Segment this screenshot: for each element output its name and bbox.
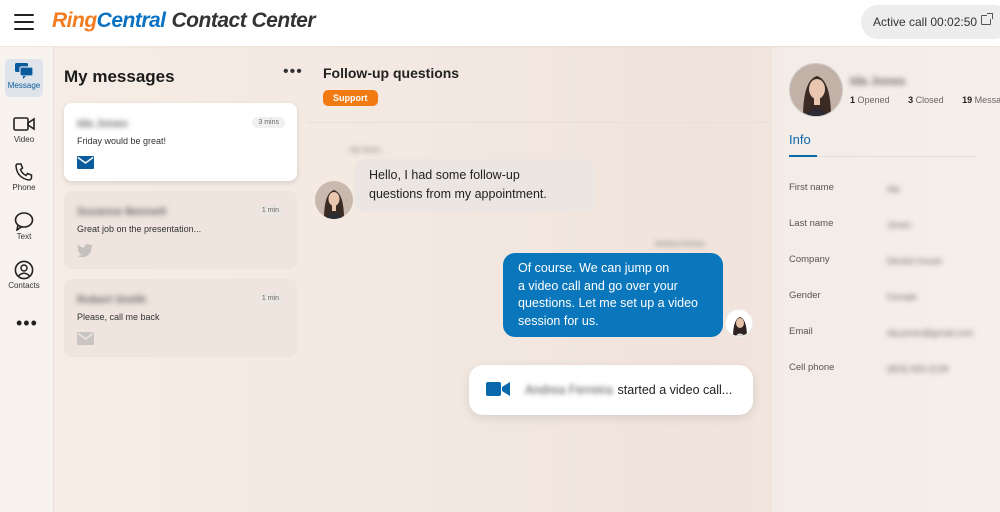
nav-label: Text <box>16 232 32 241</box>
email-icon <box>77 156 94 174</box>
messages-title: My messages <box>64 67 175 86</box>
field-label: Gender <box>789 290 821 301</box>
nav-item-video[interactable]: Video <box>5 113 43 151</box>
twitter-icon <box>77 244 93 262</box>
tab-info[interactable]: Info <box>789 132 811 147</box>
tab-divider <box>817 156 977 157</box>
incoming-message-line: Hello, I had some follow-up <box>369 168 520 182</box>
incoming-sender-name: Ida Jones <box>350 147 381 154</box>
messages-more-icon[interactable]: ••• <box>283 63 303 81</box>
profile-stats: 1 Opened 3 Closed 19 Messages <box>850 95 1000 105</box>
sender-name: Ida Jones <box>77 118 128 130</box>
outgoing-message-line: questions. Let me set up a video <box>518 296 698 310</box>
closed-label: Closed <box>915 95 944 105</box>
profile-avatar <box>789 63 843 117</box>
conversation-panel: Follow-up questions Support Ida Jones He… <box>307 47 770 512</box>
nav-label: Contacts <box>8 281 40 290</box>
field-label: Company <box>789 254 830 265</box>
nav-label: Message <box>7 81 41 90</box>
brand-logo: RingCentral Contact Center <box>52 9 316 33</box>
outgoing-message-bubble: Of course. We can jump on a video call a… <box>503 253 723 337</box>
more-icon[interactable]: ••• <box>16 313 38 334</box>
time-badge: 1 min <box>255 293 285 304</box>
video-icon <box>5 113 43 135</box>
field-label: Email <box>789 326 813 337</box>
field-value: Dentist house <box>887 256 943 266</box>
field-value: Jones <box>887 220 912 230</box>
agent-avatar <box>725 309 753 337</box>
messages-panel: My messages ••• Ida Jones 3 mins Friday … <box>54 47 306 512</box>
video-camera-icon <box>486 381 510 400</box>
support-tag[interactable]: Support <box>323 90 378 106</box>
field-value: Ida <box>887 184 900 194</box>
conversation-title: Follow-up questions <box>323 65 460 81</box>
field-value: Female <box>887 292 918 302</box>
message-preview: Great job on the presentation... <box>77 224 202 234</box>
brand-ring-text: Ring <box>52 9 97 32</box>
outgoing-message-line: session for us. <box>518 313 599 328</box>
field-label: Cell phone <box>789 362 835 373</box>
active-call-label: Active call 00:02:50 <box>873 15 978 29</box>
time-badge: 1 min <box>255 205 285 216</box>
customer-avatar <box>315 181 353 219</box>
outgoing-message-line: a video call and go over your <box>518 278 678 293</box>
top-bar: RingCentral Contact Center Active call 00… <box>0 0 1000 46</box>
closed-count: 3 <box>908 95 914 105</box>
message-list-item[interactable]: Robert Smith 1 min Please, call me back <box>64 279 297 357</box>
text-bubble-icon <box>5 210 43 232</box>
field-label: Last name <box>789 218 834 229</box>
nav-label: Phone <box>12 183 36 192</box>
active-call-pill[interactable]: Active call 00:02:50 <box>861 5 1000 39</box>
contacts-icon <box>5 259 43 281</box>
opened-label: Opened <box>857 95 890 105</box>
video-call-text: started a video call... <box>617 383 733 397</box>
brand-product-text: Contact Center <box>171 9 316 32</box>
contact-profile-panel: Ida Jones 1 Opened 3 Closed 19 Messages … <box>771 47 1000 512</box>
conversation-header: Follow-up questions Support <box>307 47 770 123</box>
message-list-item[interactable]: Ida Jones 3 mins Friday would be great! <box>64 103 297 181</box>
field-value: (803) 555-2139 <box>887 364 949 374</box>
incoming-message-bubble: Hello, I had some follow-up questions fr… <box>354 159 595 212</box>
brand-central-text: Central <box>96 9 166 32</box>
phone-icon <box>5 161 43 183</box>
nav-item-phone[interactable]: Phone <box>5 161 43 199</box>
time-badge: 3 mins <box>252 117 285 128</box>
field-value: ida.jones@gmail.com <box>887 328 974 338</box>
sender-name: Robert Smith <box>77 294 147 306</box>
tab-info-underline <box>789 155 817 157</box>
messages-label: Messages <box>974 95 1000 105</box>
message-preview: Please, call me back <box>77 312 160 322</box>
sender-name: Suzanne Bennett <box>77 206 167 218</box>
nav-label: Video <box>13 135 35 144</box>
message-icon <box>5 59 43 81</box>
nav-item-contacts[interactable]: Contacts <box>5 259 43 297</box>
video-caller-name: Andrea Ferreira <box>525 383 613 397</box>
message-preview: Friday would be great! <box>77 136 167 146</box>
nav-item-message[interactable]: Message <box>5 59 43 97</box>
messages-count: 19 <box>962 95 973 105</box>
nav-item-text[interactable]: Text <box>5 210 43 248</box>
message-list-item[interactable]: Suzanne Bennett 1 min Great job on the p… <box>64 191 297 269</box>
incoming-message-line: questions from my appointment. <box>369 187 547 201</box>
external-link-icon[interactable] <box>981 13 993 25</box>
profile-name: Ida Jones <box>850 74 906 88</box>
hamburger-menu-icon[interactable] <box>14 14 34 30</box>
field-label: First name <box>789 182 834 193</box>
outgoing-message-line: Of course. We can jump on <box>518 261 670 275</box>
outgoing-sender-name: Andrea Ferreira <box>655 241 705 248</box>
email-icon <box>77 332 94 350</box>
opened-count: 1 <box>850 95 856 105</box>
video-call-notice[interactable]: Andrea Ferreira started a video call... <box>469 365 753 415</box>
left-navigation: Message Video Phone Text Contacts ••• <box>0 47 54 512</box>
